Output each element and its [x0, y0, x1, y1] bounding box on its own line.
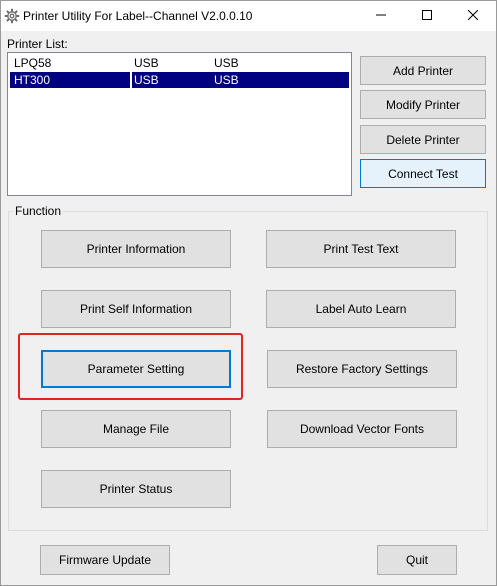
download-vector-fonts-button[interactable]: Download Vector Fonts	[267, 410, 457, 448]
modify-printer-button[interactable]: Modify Printer	[360, 90, 486, 119]
printer-list-row-selected[interactable]: HT300 USB USB	[10, 72, 349, 88]
print-self-information-button[interactable]: Print Self Information	[41, 290, 231, 328]
minimize-button[interactable]	[358, 1, 404, 31]
delete-printer-button[interactable]: Delete Printer	[360, 125, 486, 154]
label-auto-learn-button[interactable]: Label Auto Learn	[266, 290, 456, 328]
connect-test-button[interactable]: Connect Test	[360, 159, 486, 188]
printer-port: USB	[134, 56, 159, 70]
printer-status-button[interactable]: Printer Status	[41, 470, 231, 508]
column-separator	[130, 72, 132, 88]
maximize-icon	[422, 9, 432, 23]
app-window: Printer Utility For Label--Channel V2.0.…	[0, 0, 497, 586]
close-button[interactable]	[450, 1, 496, 31]
gear-icon	[4, 8, 20, 24]
restore-factory-settings-button[interactable]: Restore Factory Settings	[267, 350, 457, 388]
printer-name: HT300	[14, 73, 51, 87]
maximize-button[interactable]	[404, 1, 450, 31]
window-title: Printer Utility For Label--Channel V2.0.…	[23, 9, 253, 23]
printer-list-row[interactable]: LPQ58 USB USB	[10, 55, 349, 71]
parameter-setting-button[interactable]: Parameter Setting	[41, 350, 231, 388]
printer-interface: USB	[214, 56, 239, 70]
printer-list-label: Printer List:	[7, 37, 68, 51]
quit-button[interactable]: Quit	[377, 545, 457, 575]
printer-interface: USB	[214, 73, 239, 87]
add-printer-button[interactable]: Add Printer	[360, 56, 486, 85]
function-group-label: Function	[13, 204, 64, 218]
printer-port: USB	[134, 73, 159, 87]
title-bar[interactable]: Printer Utility For Label--Channel V2.0.…	[1, 1, 496, 31]
close-icon	[467, 9, 479, 23]
printer-list[interactable]: LPQ58 USB USB HT300 USB USB	[7, 52, 352, 196]
firmware-update-button[interactable]: Firmware Update	[40, 545, 170, 575]
minimize-icon	[376, 9, 386, 23]
printer-information-button[interactable]: Printer Information	[41, 230, 231, 268]
printer-name: LPQ58	[14, 56, 52, 70]
manage-file-button[interactable]: Manage File	[41, 410, 231, 448]
print-test-text-button[interactable]: Print Test Text	[266, 230, 456, 268]
